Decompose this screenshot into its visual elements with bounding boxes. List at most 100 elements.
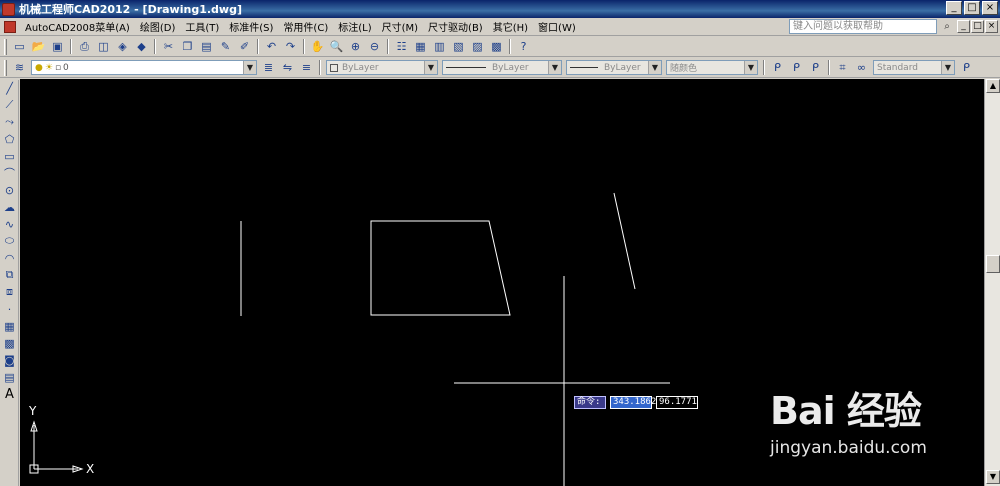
help-icon[interactable]: ? <box>515 38 532 55</box>
toolbar-grip[interactable] <box>4 59 7 76</box>
multiline-text-icon[interactable]: A <box>1 386 18 402</box>
maximize-button[interactable]: □ <box>964 1 980 15</box>
polyline-icon[interactable]: ⤳ <box>1 114 18 130</box>
chevron-down-icon[interactable]: ▼ <box>744 61 757 74</box>
dim-delete-icon[interactable]: ᑭ <box>807 59 824 76</box>
make-current-icon[interactable]: ≣ <box>260 59 277 76</box>
calculator-icon[interactable]: ▩ <box>488 38 505 55</box>
menu-autocad2008[interactable]: AutoCAD2008菜单(A) <box>20 19 135 34</box>
color-dropdown[interactable]: ByLayer ▼ <box>326 60 438 75</box>
layer-manager-icon[interactable]: ≋ <box>11 59 28 76</box>
properties-icon[interactable]: ☷ <box>393 38 410 55</box>
zoom-window-icon[interactable]: ⊕ <box>347 38 364 55</box>
menu-window[interactable]: 窗口(W) <box>533 19 581 34</box>
construction-line-icon[interactable]: ⟋ <box>1 97 18 113</box>
match-props-icon[interactable]: ✎ <box>217 38 234 55</box>
line-icon[interactable]: ╱ <box>1 80 18 96</box>
chevron-down-icon[interactable]: ▼ <box>941 61 954 74</box>
paste-icon[interactable]: ▤ <box>198 38 215 55</box>
dim-style-icon[interactable]: ᑭ <box>769 59 786 76</box>
chevron-down-icon[interactable]: ▼ <box>648 61 661 74</box>
title-bar: 机械工程师CAD2012 - [Drawing1.dwg] _ □ × <box>0 0 1000 18</box>
sheet-set-icon[interactable]: ▧ <box>450 38 467 55</box>
preview-icon[interactable]: ◫ <box>95 38 112 55</box>
tool-palettes-icon[interactable]: ▥ <box>431 38 448 55</box>
lineweight-dropdown[interactable]: ByLayer ▼ <box>566 60 662 75</box>
hatch-icon[interactable]: ▦ <box>1 318 18 334</box>
layer-state-icon[interactable]: ≡ <box>298 59 315 76</box>
copy-icon[interactable]: ❐ <box>179 38 196 55</box>
circle-icon[interactable]: ⊙ <box>1 182 18 198</box>
menu-standard-parts[interactable]: 标准件(S) <box>224 19 278 34</box>
scroll-thumb[interactable] <box>986 255 1000 273</box>
toolbar-separator <box>319 60 321 75</box>
doc-minimize-button[interactable]: _ <box>957 20 970 33</box>
dim-add-icon[interactable]: ᑭ <box>788 59 805 76</box>
layer-dropdown[interactable]: ● ☀ ▫ 0 ▼ <box>31 60 257 75</box>
close-button[interactable]: × <box>982 1 998 15</box>
toolbar-separator <box>828 60 830 75</box>
dim-associate-icon[interactable]: ⌗ <box>834 59 851 76</box>
menu-dimension[interactable]: 标注(L) <box>333 19 376 34</box>
toolbar-separator <box>387 39 389 54</box>
block-editor-icon[interactable]: ✐ <box>236 38 253 55</box>
ellipse-arc-icon[interactable]: ◠ <box>1 250 18 266</box>
gradient-icon[interactable]: ▩ <box>1 335 18 351</box>
undo-icon[interactable]: ↶ <box>263 38 280 55</box>
chevron-down-icon[interactable]: ▼ <box>424 61 437 74</box>
make-block-icon[interactable]: ⧈ <box>1 284 18 300</box>
text-style-manager-icon[interactable]: ᑭ <box>958 59 975 76</box>
scroll-down-button[interactable]: ▼ <box>986 470 1000 484</box>
spline-icon[interactable]: ∿ <box>1 216 18 232</box>
dynamic-input-x-field[interactable]: 343.1862 <box>610 396 656 409</box>
revision-cloud-icon[interactable]: ☁ <box>1 199 18 215</box>
dynamic-input-y-field[interactable]: 96.1771 <box>656 396 698 409</box>
redo-icon[interactable]: ↷ <box>282 38 299 55</box>
linetype-dropdown[interactable]: ByLayer ▼ <box>442 60 562 75</box>
menu-size[interactable]: 尺寸(M) <box>377 19 423 34</box>
pan-icon[interactable]: ✋ <box>309 38 326 55</box>
document-icon[interactable] <box>4 20 16 33</box>
save-icon[interactable]: ▣ <box>49 38 66 55</box>
menu-size-drive[interactable]: 尺寸驱动(B) <box>423 19 488 34</box>
rectangle-icon[interactable]: ▭ <box>1 148 18 164</box>
textstyle-dropdown[interactable]: Standard ▼ <box>873 60 955 75</box>
ellipse-icon[interactable]: ⬭ <box>1 233 18 249</box>
polygon-icon[interactable]: ⬠ <box>1 131 18 147</box>
print-icon[interactable]: ⎙ <box>76 38 93 55</box>
scroll-up-button[interactable]: ▲ <box>986 79 1000 93</box>
plotstyle-dropdown[interactable]: 随颜色 ▼ <box>666 60 758 75</box>
arc-icon[interactable]: ⌒ <box>1 165 18 181</box>
zoom-realtime-icon[interactable]: 🔍 <box>328 38 345 55</box>
menu-other[interactable]: 其它(H) <box>488 19 533 34</box>
zoom-previous-icon[interactable]: ⊖ <box>366 38 383 55</box>
design-center-icon[interactable]: ▦ <box>412 38 429 55</box>
search-icon[interactable]: ⌕ <box>940 19 954 34</box>
watermark-brand: Bai 经验 <box>770 389 922 433</box>
table-icon[interactable]: ▤ <box>1 369 18 385</box>
markup-icon[interactable]: ▨ <box>469 38 486 55</box>
3d-icon[interactable]: ◆ <box>133 38 150 55</box>
menu-common-parts[interactable]: 常用件(C) <box>278 19 333 34</box>
region-icon[interactable]: ◙ <box>1 352 18 368</box>
publish-icon[interactable]: ◈ <box>114 38 131 55</box>
point-icon[interactable]: · <box>1 301 18 317</box>
layer-previous-icon[interactable]: ⇋ <box>279 59 296 76</box>
menu-draw[interactable]: 绘图(D) <box>135 19 181 34</box>
new-icon[interactable]: ▭ <box>11 38 28 55</box>
vertical-scrollbar[interactable]: ▲ ▼ <box>984 79 1000 486</box>
dim-chain-icon[interactable]: ∞ <box>853 59 870 76</box>
doc-close-button[interactable]: × <box>985 20 998 33</box>
help-search-input[interactable]: 键入问题以获取帮助 <box>789 19 937 34</box>
menu-tools[interactable]: 工具(T) <box>180 19 224 34</box>
open-icon[interactable]: 📂 <box>30 38 47 55</box>
cut-icon[interactable]: ✂ <box>160 38 177 55</box>
minimize-button[interactable]: _ <box>946 1 962 15</box>
trapezoid-shape[interactable] <box>370 220 511 316</box>
chevron-down-icon[interactable]: ▼ <box>243 61 256 74</box>
doc-restore-button[interactable]: □ <box>971 20 984 33</box>
chevron-down-icon[interactable]: ▼ <box>548 61 561 74</box>
toolbar-grip[interactable] <box>4 38 7 55</box>
insert-block-icon[interactable]: ⧉ <box>1 267 18 283</box>
slanted-line[interactable] <box>613 192 636 290</box>
